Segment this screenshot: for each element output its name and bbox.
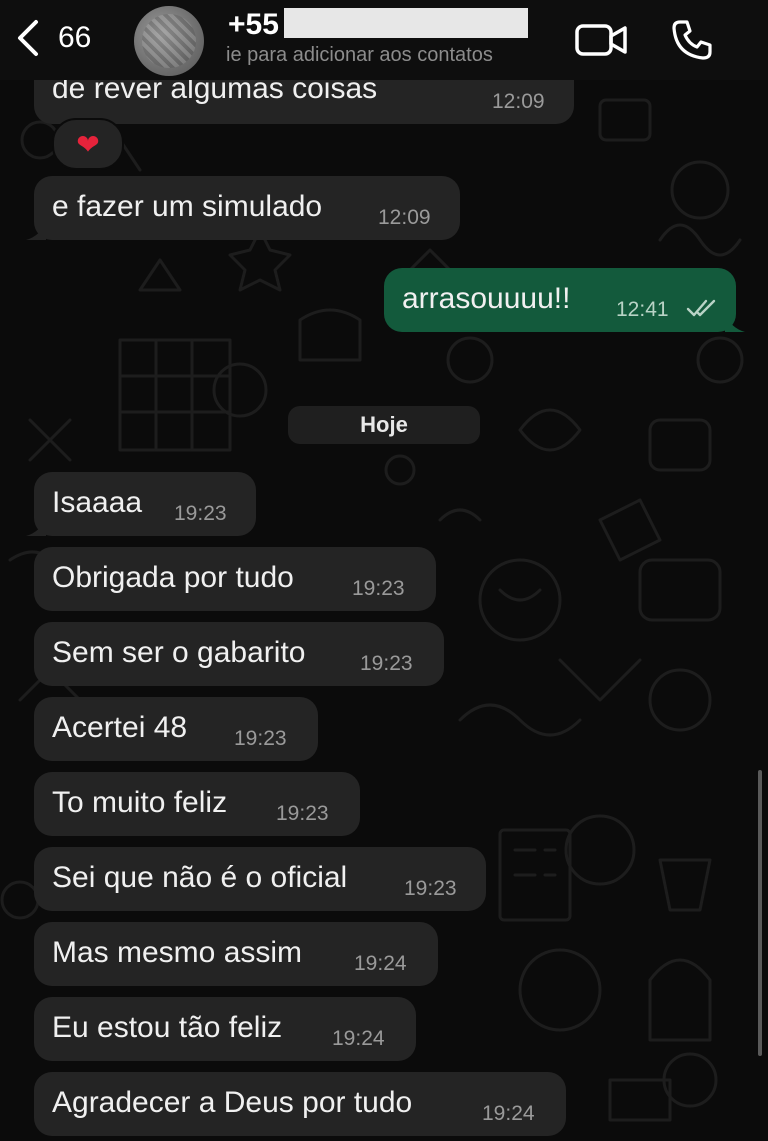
message-text: Agradecer a Deus por tudo — [52, 1086, 413, 1119]
message-bubble-incoming[interactable]: Eu estou tão feliz 19:24 — [34, 997, 416, 1061]
message-time: 12:09 — [492, 90, 545, 113]
contact-name[interactable]: +55 — [228, 8, 279, 42]
message-text: Mas mesmo assim — [52, 936, 303, 969]
message-text: Eu estou tão feliz — [52, 1011, 283, 1044]
message-time: 19:23 — [404, 877, 457, 900]
unread-count: 66 — [58, 21, 92, 54]
scrollbar[interactable] — [758, 770, 762, 1056]
message-text: arrasouuuu!! — [402, 282, 571, 315]
message-text: e fazer um simulado — [52, 190, 323, 223]
reaction-heart[interactable]: ❤ — [52, 118, 124, 170]
message-text: Obrigada por tudo — [52, 561, 294, 594]
chevron-left-icon — [18, 20, 38, 56]
message-bubble-incoming[interactable]: e fazer um simulado 12:09 — [26, 176, 460, 240]
contact-avatar[interactable] — [134, 6, 204, 76]
message-bubble-outgoing[interactable]: arrasouuuu!! 12:41 — [384, 268, 745, 332]
message-text: To muito feliz — [52, 786, 228, 819]
message-bubble-incoming[interactable]: Obrigada por tudo 19:23 — [34, 547, 436, 611]
video-camera-icon — [575, 24, 627, 56]
bubble-tail — [725, 314, 745, 332]
message-time: 12:41 — [616, 298, 669, 321]
message-time: 19:23 — [360, 652, 413, 675]
bubble-tail — [26, 222, 46, 240]
video-call-button[interactable] — [574, 20, 628, 60]
contact-subtitle[interactable]: ie para adicionar aos contatos — [226, 44, 558, 67]
message-bubble-incoming[interactable]: Agradecer a Deus por tudo 19:24 — [34, 1072, 566, 1136]
message-bubble-incoming[interactable]: Sem ser o gabarito 19:23 — [34, 622, 444, 686]
message-time: 19:23 — [174, 502, 227, 525]
message-text: Sem ser o gabarito — [52, 636, 306, 669]
message-bubble-incoming[interactable]: Sei que não é o oficial 19:23 — [34, 847, 486, 911]
date-separator: Hoje — [288, 406, 480, 444]
voice-call-button[interactable] — [670, 18, 714, 62]
message-text: Isaaaa — [52, 486, 143, 519]
heart-icon: ❤ — [76, 128, 100, 160]
message-text: Sei que não é o oficial — [52, 861, 348, 894]
message-time: 19:23 — [234, 727, 287, 750]
redaction-bar — [284, 8, 528, 38]
message-time: 19:23 — [352, 577, 405, 600]
message-bubble-incoming[interactable]: Acertei 48 19:23 — [34, 697, 318, 761]
message-time: 19:23 — [276, 802, 329, 825]
message-time: 19:24 — [482, 1102, 535, 1125]
message-bubble-incoming[interactable]: To muito feliz 19:23 — [34, 772, 360, 836]
message-text: Acertei 48 — [52, 711, 188, 744]
chat-header: 66 +55 ie para adicionar aos contatos — [0, 0, 768, 80]
message-bubble-incoming[interactable]: Isaaaa 19:23 — [26, 472, 256, 536]
message-time: 19:24 — [354, 952, 407, 975]
message-time: 19:24 — [332, 1027, 385, 1050]
phone-icon — [672, 20, 712, 60]
bubble-tail — [26, 518, 46, 536]
read-double-check-icon — [686, 299, 716, 317]
message-bubble-incoming[interactable]: Mas mesmo assim 19:24 — [34, 922, 438, 986]
message-time: 12:09 — [378, 206, 431, 229]
back-button[interactable]: 66 — [12, 18, 91, 58]
